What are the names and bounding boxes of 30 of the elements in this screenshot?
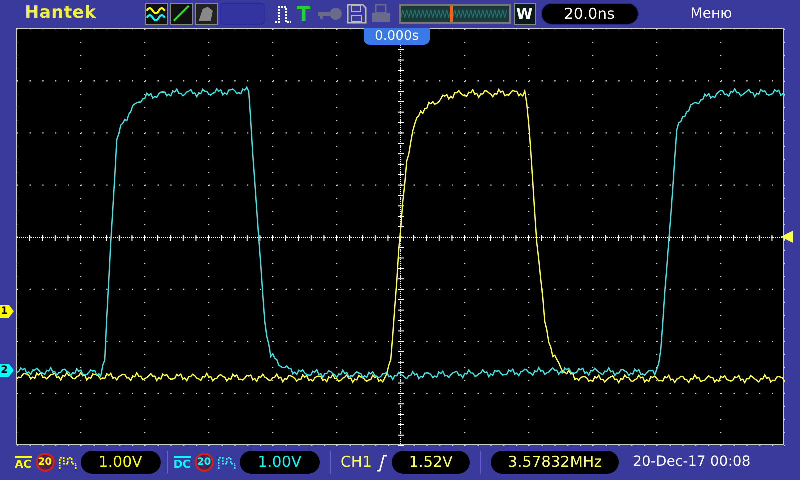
line-icon — [170, 3, 193, 25]
channel-marker[interactable]: 1 — [0, 305, 14, 318]
trigger-level-readout: 1.52V — [392, 451, 470, 474]
zoom-button[interactable]: W — [514, 3, 536, 25]
brand-logo: Hantek — [25, 2, 98, 26]
trigger-status: T — [297, 4, 311, 24]
persistence-icon — [195, 3, 218, 25]
coupling-label: AC — [15, 456, 32, 470]
volts-per-div-readout: 1.00V — [80, 451, 161, 474]
pulse-icon — [58, 456, 77, 470]
volts-per-div-readout: 1.00V — [240, 451, 320, 474]
channel-marker[interactable]: 2 — [0, 364, 14, 377]
pulse-icon — [273, 4, 293, 24]
bandwidth-limit-badge: 20 — [194, 453, 214, 472]
frequency-readout: 3.57832MHz — [491, 451, 620, 474]
trigger-level-marker[interactable] — [781, 231, 793, 243]
printer-icon — [370, 4, 391, 24]
menu-button[interactable]: Меню — [690, 4, 732, 24]
trigger-time-marker[interactable]: 0.000s — [364, 28, 430, 45]
memory-position-marker[interactable] — [450, 6, 454, 22]
trigger-source: CH1 — [340, 452, 372, 474]
rising-edge-icon — [376, 454, 388, 472]
coupling-label: DC — [174, 456, 191, 470]
bandwidth-limit-badge: 20 — [36, 453, 55, 472]
pulse-icon — [218, 456, 236, 470]
timebase-readout: 20.0ns — [540, 3, 639, 25]
key-icon — [316, 7, 343, 21]
waveform-icon — [145, 3, 168, 25]
date-time: 20-Dec-17 00:08 — [633, 453, 751, 472]
save-icon — [346, 4, 367, 24]
